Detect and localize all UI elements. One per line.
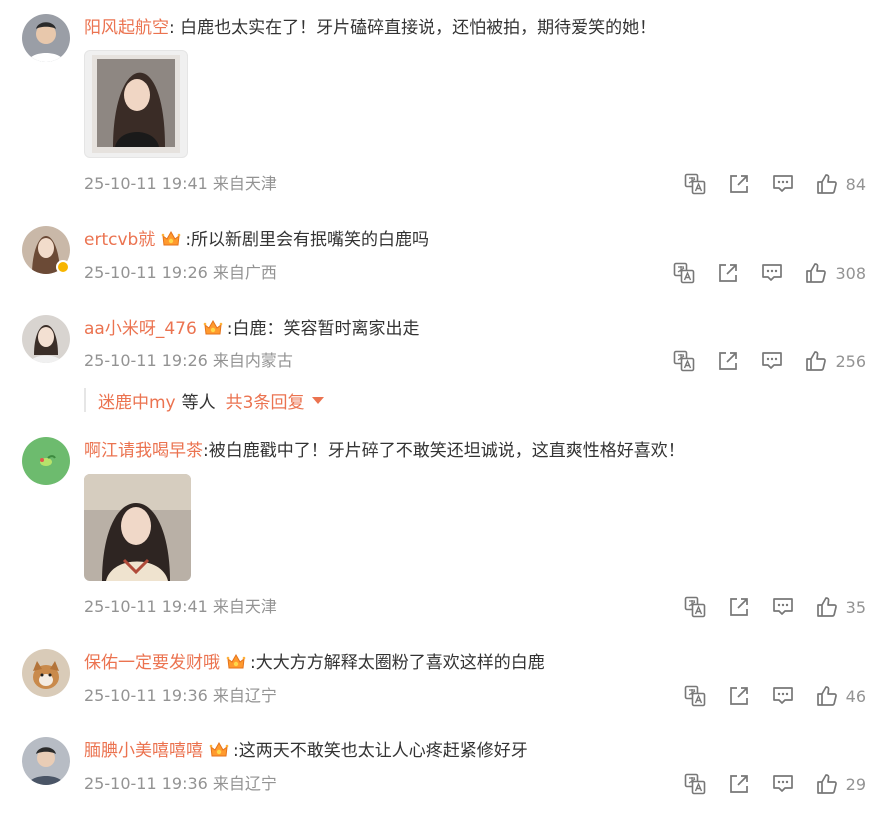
location: 来自辽宁 [212,774,277,793]
comment-meta: 25-10-11 19:36 来自辽宁 [84,773,277,795]
like-button[interactable]: 35 [816,596,866,618]
comment-text: :所以新剧里会有抿嘴笑的白鹿吗 [185,230,430,250]
like-icon [816,173,838,195]
comment-icon[interactable] [772,773,794,795]
comment-line: ertcvb就 :所以新剧里会有抿嘴笑的白鹿吗 [84,228,429,252]
comment-meta: 25-10-11 19:41 来自天津 [84,173,277,195]
comment-line: 阳风起航空: 白鹿也太实在了！牙片磕碎直接说，还怕被拍，期待爱笑的她！ [84,16,656,40]
like-button[interactable]: 46 [816,685,866,707]
timestamp: 25-10-11 19:26 [84,351,208,370]
timestamp: 25-10-11 19:36 [84,774,208,793]
translate-icon[interactable] [684,596,706,618]
comment-icon[interactable] [772,173,794,195]
comment-text: :大大方方解释太圈粉了喜欢这样的白鹿 [250,653,545,673]
comment-image[interactable] [84,50,188,158]
comment-text: :白鹿：笑容暂时离家出走 [226,319,420,339]
avatar[interactable] [22,437,70,485]
like-button[interactable]: 29 [816,773,866,795]
share-icon[interactable] [728,173,750,195]
like-count: 256 [835,351,866,371]
translate-icon[interactable] [684,685,706,707]
avatar[interactable] [22,315,70,363]
like-button[interactable]: 256 [805,350,866,372]
comment-line: aa小米呀_476 :白鹿：笑容暂时离家出走 [84,317,420,341]
like-icon [816,685,838,707]
location: 来自辽宁 [212,686,277,705]
crown-badge-icon [160,229,182,249]
comment-line: 腼腆小美嘻嘻嘻 :这两天不敢笑也太让人心疼赶紧修好牙 [84,739,528,763]
avatar[interactable] [22,649,70,697]
timestamp: 25-10-11 19:26 [84,263,208,282]
location: 来自广西 [212,263,277,282]
translate-icon[interactable] [673,262,695,284]
translate-icon[interactable] [684,173,706,195]
username[interactable]: ertcvb就 [84,230,155,250]
comment-line: 保佑一定要发财哦 :大大方方解释太圈粉了喜欢这样的白鹿 [84,651,545,675]
like-count: 35 [845,597,866,617]
comment-actions: 84 [662,172,866,196]
username[interactable]: 啊江请我喝早茶 [84,441,203,461]
comment-text: : 白鹿也太实在了！牙片磕碎直接说，还怕被拍，期待爱笑的她！ [169,18,657,38]
comment-meta: 25-10-11 19:26 来自内蒙古 [84,350,293,372]
comment-icon[interactable] [761,350,783,372]
share-icon[interactable] [728,685,750,707]
comment-line: 啊江请我喝早茶:被白鹿戳中了！牙片碎了不敢笑还坦诚说，这直爽性格好喜欢！ [84,439,685,463]
comment-actions: 29 [662,772,866,796]
comment-actions: 308 [651,261,866,285]
comment-icon[interactable] [761,262,783,284]
like-button[interactable]: 308 [805,262,866,284]
reply-username[interactable]: 迷鹿中my [98,388,176,413]
comment-text: :这两天不敢笑也太让人心疼赶紧修好牙 [233,741,528,761]
like-button[interactable]: 84 [816,173,866,195]
timestamp: 25-10-11 19:41 [84,174,208,193]
timestamp: 25-10-11 19:41 [84,597,208,616]
like-count: 46 [845,686,866,706]
location: 来自内蒙古 [212,351,293,370]
username[interactable]: aa小米呀_476 [84,319,197,339]
like-count: 84 [845,174,866,194]
translate-icon[interactable] [684,773,706,795]
comment-meta: 25-10-11 19:26 来自广西 [84,262,277,284]
crown-badge-icon [225,652,247,672]
like-icon [805,262,827,284]
location: 来自天津 [212,597,277,616]
reply-suffix: 等人 [181,392,216,413]
share-icon[interactable] [717,262,739,284]
comment-image[interactable] [84,474,191,581]
like-count: 308 [835,263,866,283]
like-icon [816,596,838,618]
comment-text: :被白鹿戳中了！牙片碎了不敢笑还坦诚说，这直爽性格好喜欢！ [203,441,685,461]
reply-count-link[interactable]: 共3条回复 [226,388,305,413]
like-icon [816,773,838,795]
translate-icon[interactable] [673,350,695,372]
avatar[interactable] [22,14,70,62]
share-icon[interactable] [717,350,739,372]
username[interactable]: 保佑一定要发财哦 [84,653,220,673]
avatar[interactable] [22,737,70,785]
username[interactable]: 腼腆小美嘻嘻嘻 [84,741,203,761]
location: 来自天津 [212,174,277,193]
comment-meta: 25-10-11 19:36 来自辽宁 [84,685,277,707]
share-icon[interactable] [728,773,750,795]
timestamp: 25-10-11 19:36 [84,686,208,705]
like-count: 29 [845,774,866,794]
username[interactable]: 阳风起航空 [84,18,169,38]
replies-summary[interactable]: 迷鹿中my 等人 共3条回复 [84,388,325,413]
comment-icon[interactable] [772,685,794,707]
comment-actions: 46 [662,684,866,708]
like-icon [805,350,827,372]
comment-icon[interactable] [772,596,794,618]
verified-badge [56,260,70,274]
chevron-down-icon[interactable] [312,396,325,404]
comment-actions: 35 [662,595,866,619]
comment-actions: 256 [651,349,866,373]
crown-badge-icon [208,740,230,760]
comment-meta: 25-10-11 19:41 来自天津 [84,596,277,618]
share-icon[interactable] [728,596,750,618]
crown-badge-icon [202,318,224,338]
